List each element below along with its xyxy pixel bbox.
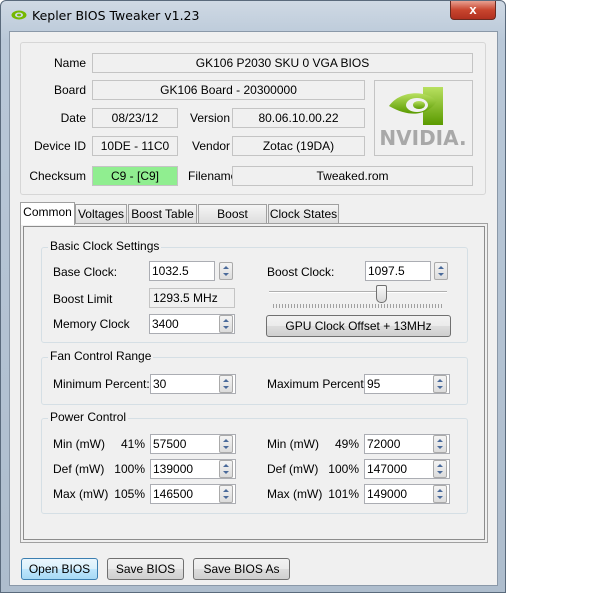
power-right-percent: 100% bbox=[328, 462, 359, 476]
spin-down-icon bbox=[438, 273, 444, 276]
nvidia-logo-text: NVIDIA. bbox=[379, 126, 466, 150]
power-left-label: Def (mW) bbox=[53, 462, 105, 476]
device-id-field: 10DE - 11C0 bbox=[92, 136, 178, 156]
power-left-spinner[interactable] bbox=[219, 485, 233, 503]
open-bios-button[interactable]: Open BIOS bbox=[21, 558, 98, 580]
power-right-percent: 101% bbox=[328, 487, 359, 501]
date-field: 08/23/12 bbox=[92, 108, 178, 128]
spin-down-icon bbox=[223, 496, 229, 499]
checksum-label: Checksum bbox=[29, 169, 86, 183]
boost-clock-spinner[interactable] bbox=[434, 262, 448, 280]
boost-slider-track[interactable] bbox=[269, 291, 447, 293]
gpu-clock-offset-button[interactable]: GPU Clock Offset + 13MHz bbox=[266, 315, 451, 337]
power-right-spinner[interactable] bbox=[433, 435, 447, 453]
spin-down-icon bbox=[437, 446, 443, 449]
save-bios-button[interactable]: Save BIOS bbox=[107, 558, 184, 580]
fan-max-spinner[interactable] bbox=[433, 375, 447, 393]
boost-limit-field: 1293.5 MHz bbox=[149, 288, 235, 308]
window-title: Kepler BIOS Tweaker v1.23 bbox=[32, 8, 200, 23]
spin-down-icon bbox=[223, 273, 229, 276]
version-label: Version bbox=[190, 111, 231, 125]
base-clock-spinner[interactable] bbox=[219, 262, 233, 280]
filename-field: Tweaked.rom bbox=[232, 166, 473, 186]
board-field: GK106 Board - 20300000 bbox=[92, 80, 365, 100]
spin-up-icon bbox=[223, 489, 229, 492]
nvidia-logo: NVIDIA. bbox=[374, 80, 473, 156]
power-left-percent: 100% bbox=[114, 462, 145, 476]
spin-up-icon bbox=[437, 379, 443, 382]
fan-control-title: Fan Control Range bbox=[48, 349, 154, 363]
fan-max-label: Maximum Percent: bbox=[267, 377, 368, 391]
boost-slider-ticks bbox=[273, 304, 443, 308]
spin-up-icon bbox=[437, 439, 443, 442]
vendor-label: Vendor bbox=[192, 139, 231, 153]
basic-clock-title: Basic Clock Settings bbox=[48, 239, 162, 253]
power-left-percent: 41% bbox=[120, 437, 145, 451]
nvidia-app-icon bbox=[11, 10, 27, 20]
spin-down-icon bbox=[223, 446, 229, 449]
power-right-label: Def (mW) bbox=[267, 462, 319, 476]
spin-up-icon bbox=[437, 489, 443, 492]
spin-up-icon bbox=[223, 319, 229, 322]
date-label: Date bbox=[60, 111, 86, 125]
spin-down-icon bbox=[437, 471, 443, 474]
tab-boost-states[interactable]: Boost States bbox=[198, 204, 267, 239]
tab-boost-table[interactable]: Boost Table bbox=[128, 204, 197, 224]
spin-down-icon bbox=[223, 471, 229, 474]
checksum-field: C9 - [C9] bbox=[92, 166, 178, 186]
tab-common[interactable]: Common bbox=[20, 202, 75, 225]
spin-up-icon bbox=[438, 266, 444, 269]
power-left-percent: 105% bbox=[114, 487, 145, 501]
power-control-title: Power Control bbox=[48, 410, 129, 424]
save-bios-as-button[interactable]: Save BIOS As bbox=[193, 558, 290, 580]
power-right-label: Min (mW) bbox=[267, 437, 319, 451]
spin-up-icon bbox=[437, 464, 443, 467]
power-left-label: Min (mW) bbox=[53, 437, 105, 451]
vendor-field: Zotac (19DA) bbox=[232, 136, 365, 156]
name-field: GK106 P2030 SKU 0 VGA BIOS bbox=[92, 53, 473, 73]
boost-limit-label: Boost Limit bbox=[53, 292, 113, 306]
power-left-spinner[interactable] bbox=[219, 460, 233, 478]
device-id-label: Device ID bbox=[33, 139, 86, 153]
spin-down-icon bbox=[437, 386, 443, 389]
base-clock-label: Base Clock: bbox=[53, 265, 118, 279]
power-right-percent: 49% bbox=[334, 437, 359, 451]
base-clock-input[interactable]: 1032.5 bbox=[149, 261, 215, 281]
boost-clock-label: Boost Clock: bbox=[267, 265, 335, 279]
nvidia-eye-icon: NVIDIA. bbox=[379, 87, 467, 150]
close-icon: x bbox=[469, 2, 477, 17]
boost-clock-input[interactable]: 1097.5 bbox=[365, 261, 431, 281]
memory-clock-label: Memory Clock bbox=[53, 317, 130, 331]
tab-voltages[interactable]: Voltages bbox=[75, 204, 127, 224]
memory-clock-spinner[interactable] bbox=[219, 315, 233, 333]
board-label: Board bbox=[53, 83, 86, 97]
spin-down-icon bbox=[223, 386, 229, 389]
power-right-spinner[interactable] bbox=[433, 460, 447, 478]
spin-down-icon bbox=[223, 326, 229, 329]
fan-min-label: Minimum Percent: bbox=[53, 377, 150, 391]
version-field: 80.06.10.00.22 bbox=[232, 108, 365, 128]
tab-clock-states[interactable]: Clock States bbox=[268, 204, 339, 224]
spin-up-icon bbox=[223, 266, 229, 269]
close-button[interactable]: x bbox=[450, 1, 496, 20]
spin-up-icon bbox=[223, 464, 229, 467]
boost-slider-thumb[interactable] bbox=[376, 285, 388, 303]
spin-down-icon bbox=[437, 496, 443, 499]
power-right-spinner[interactable] bbox=[433, 485, 447, 503]
main-window: Kepler BIOS Tweaker v1.23 x Name GK106 P… bbox=[0, 0, 506, 593]
filename-label: Filename bbox=[188, 169, 238, 183]
title-bar[interactable]: Kepler BIOS Tweaker v1.23 x bbox=[1, 1, 505, 29]
spin-up-icon bbox=[223, 379, 229, 382]
name-label: Name bbox=[53, 56, 86, 70]
spin-up-icon bbox=[223, 439, 229, 442]
power-left-spinner[interactable] bbox=[219, 435, 233, 453]
fan-min-spinner[interactable] bbox=[219, 375, 233, 393]
